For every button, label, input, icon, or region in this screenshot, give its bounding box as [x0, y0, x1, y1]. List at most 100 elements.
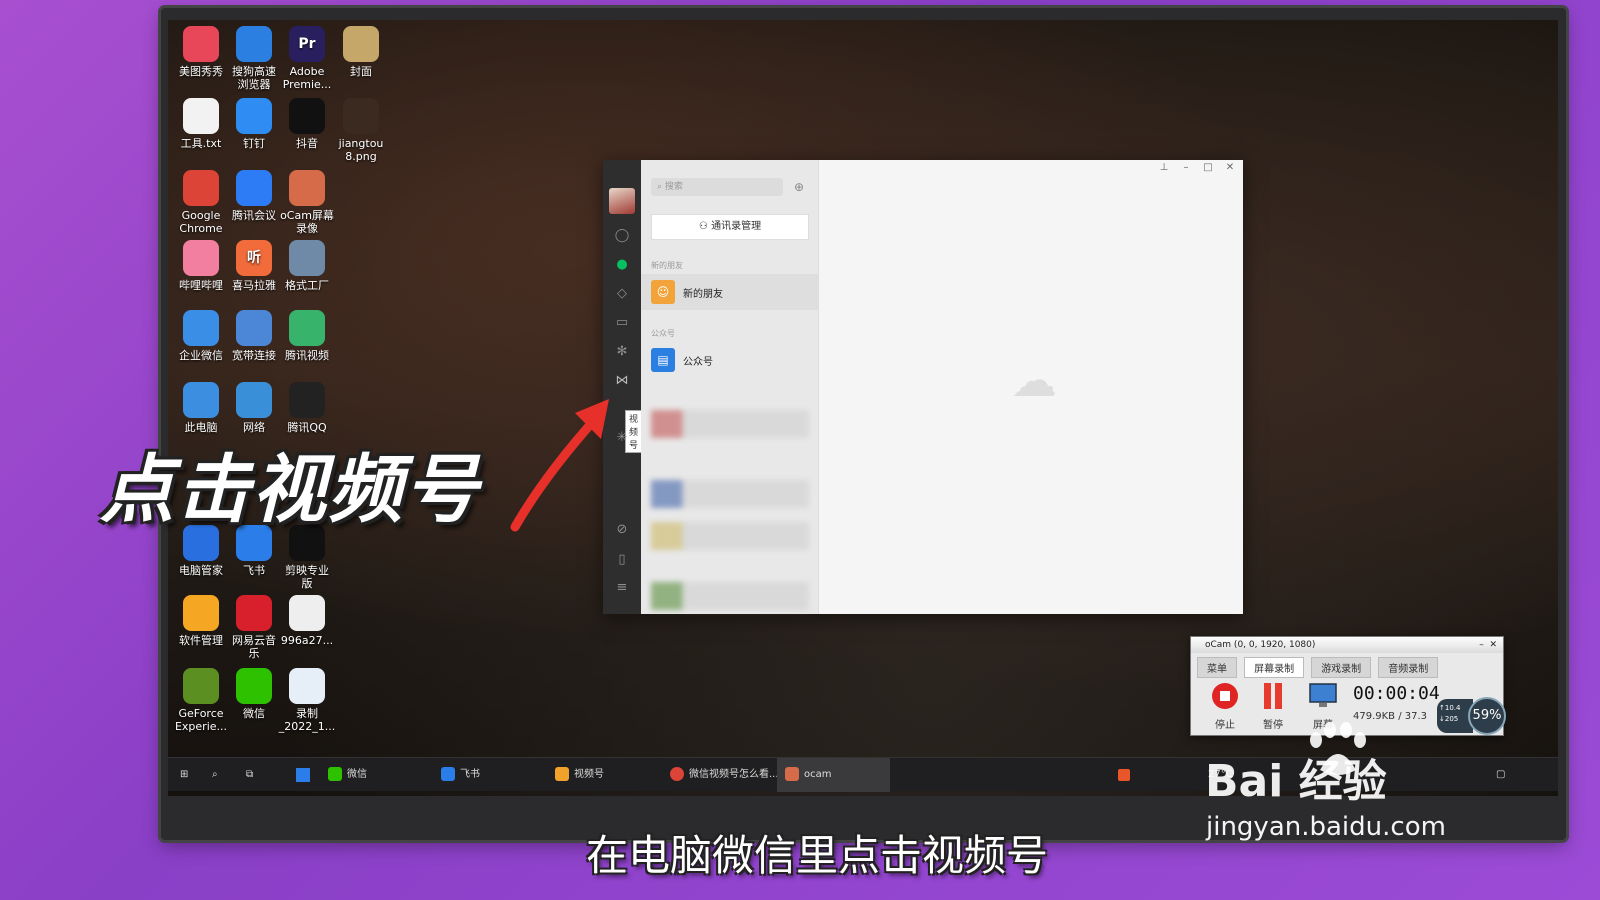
start-icon[interactable]: ⊞ — [180, 758, 188, 792]
taskbar-label: 飞书 — [460, 769, 480, 780]
desktop-icon-label: Google Chrome — [179, 209, 223, 235]
channels-icon — [555, 767, 569, 781]
notification-icon[interactable]: ▢ — [1496, 758, 1505, 792]
cpu-gauge: 59% — [1468, 697, 1506, 735]
desktop-icon[interactable]: 美图秀秀 — [172, 26, 230, 78]
desktop-icon-label: Adobe Premie... — [282, 65, 332, 91]
taskbar-item-chrome[interactable]: 微信视频号怎么看... — [670, 758, 779, 792]
ocam-icon — [289, 170, 325, 206]
phone-icon[interactable]: ▯ — [614, 552, 630, 568]
desktop-icon-label: 美图秀秀 — [179, 65, 223, 78]
official-accounts-item[interactable]: ▤ 公众号 — [641, 342, 818, 378]
desktop-icon[interactable]: 网络 — [225, 382, 283, 434]
pause-icon — [1264, 683, 1282, 709]
dingtalk-icon — [236, 98, 272, 134]
task-view-icon[interactable]: ⧉ — [246, 758, 253, 792]
desktop-icon[interactable]: 抖音 — [278, 98, 336, 150]
feishu-icon — [441, 767, 455, 781]
rate-down: 205 — [1444, 715, 1459, 723]
pointer-arrow — [510, 399, 609, 532]
tab-audio-record[interactable]: 音频录制 — [1378, 657, 1439, 678]
taskbar-item-wechat[interactable]: 微信 — [328, 758, 367, 792]
desktop-icon-label: 宽带连接 — [232, 349, 276, 362]
contacts-icon[interactable]: ● — [614, 257, 630, 273]
desktop-icon-label: 封面 — [350, 65, 372, 78]
pin-icon[interactable]: ⊥ — [1157, 162, 1171, 173]
minimize-icon[interactable]: – — [1179, 162, 1193, 173]
desktop-icon[interactable]: 钉钉 — [225, 98, 283, 150]
desktop-icon[interactable]: 录制 _2022_1... — [278, 668, 336, 733]
ximalaya-icon: 听 — [236, 240, 272, 276]
desktop-icon[interactable]: 软件管理 — [172, 595, 230, 647]
desktop-icon[interactable]: 封面 — [332, 26, 390, 78]
tencent-video-icon — [289, 310, 325, 346]
desktop-icon[interactable]: 腾讯会议 — [225, 170, 283, 222]
taskbar-label: ocam — [804, 769, 832, 780]
desktop-icon[interactable]: jiangtou 8.png — [332, 98, 390, 163]
desktop-icon[interactable]: Google Chrome — [172, 170, 230, 235]
channels-icon[interactable]: ⋈ — [614, 373, 630, 389]
blurred-contact[interactable] — [651, 480, 809, 508]
desktop-icon[interactable]: oCam屏幕 录像 — [278, 170, 336, 235]
new-friends-item[interactable]: ☺ 新的朋友 — [641, 274, 818, 310]
chat-icon[interactable]: ◯ — [614, 228, 630, 244]
official-account-icon: ▤ — [651, 348, 675, 372]
geforce-icon — [183, 668, 219, 704]
add-friend-icon[interactable]: ⊕ — [789, 178, 809, 196]
chrome-icon — [670, 767, 684, 781]
desktop-icon-label: jiangtou 8.png — [338, 137, 384, 163]
search-placeholder: 搜索 — [664, 182, 683, 192]
desktop-icon[interactable]: 网易云音 乐 — [225, 595, 283, 660]
favorites-icon[interactable]: ◇ — [614, 286, 630, 302]
blurred-contact[interactable] — [651, 410, 809, 438]
desktop-icon[interactable]: 企业微信 — [172, 310, 230, 362]
taskbar-item-channels[interactable]: 视频号 — [555, 758, 604, 792]
taskbar-item-ocam[interactable]: ocam — [777, 758, 890, 792]
desktop-icon-label: oCam屏幕 录像 — [280, 209, 334, 235]
wechat-window: ◯ ● ◇ ▭ ✻ ⋈ 视频号 ✳ ⊘ ▯ ≡ ⌕ 搜索 ⊕ ⚇ 通讯录管理 新… — [603, 160, 1243, 614]
desktop-icon[interactable]: 996a27... — [278, 595, 336, 647]
menu-icon[interactable]: ≡ — [614, 580, 630, 596]
taskbar-item-feishu[interactable]: 飞书 — [441, 758, 480, 792]
search-icon[interactable]: ⌕ — [212, 758, 218, 792]
tab-menu[interactable]: 菜单 — [1197, 657, 1237, 678]
blurred-contact[interactable] — [651, 582, 809, 610]
desktop-icon-label: 录制 _2022_1... — [278, 707, 336, 733]
recording-file-icon — [289, 668, 325, 704]
tab-game-record[interactable]: 游戏录制 — [1311, 657, 1372, 678]
avatar[interactable] — [609, 188, 635, 214]
sogou-browser-icon — [236, 26, 272, 62]
tab-screen-record[interactable]: 屏幕录制 — [1244, 657, 1305, 678]
desktop-icon-label: 抖音 — [296, 137, 318, 150]
desktop-icon-label: 喜马拉雅 — [232, 279, 276, 292]
close-icon[interactable]: – ✕ — [1479, 637, 1497, 653]
pause-label: 暂停 — [1263, 720, 1283, 731]
desktop-icon[interactable]: 微信 — [225, 668, 283, 720]
desktop-icon[interactable]: 此电脑 — [172, 382, 230, 434]
maximize-icon[interactable]: □ — [1201, 162, 1215, 173]
desktop-icon-label: 剪映专业 版 — [285, 564, 329, 590]
desktop-icon[interactable]: 宽带连接 — [225, 310, 283, 362]
desktop-icon[interactable]: GeForce Experie... — [172, 668, 230, 733]
pause-button[interactable]: 暂停 — [1253, 681, 1293, 731]
taskbar-app-icon[interactable] — [296, 768, 310, 782]
desktop-icon[interactable]: Pr Adobe Premie... — [278, 26, 336, 91]
file-icon — [289, 595, 325, 631]
desktop-icon[interactable]: 工具.txt — [172, 98, 230, 150]
search-input[interactable]: ⌕ 搜索 — [651, 178, 783, 196]
desktop-icon[interactable]: 格式工厂 — [278, 240, 336, 292]
desktop-icon[interactable]: 哔哩哔哩 — [172, 240, 230, 292]
desktop-icon[interactable]: 听喜马拉雅 — [225, 240, 283, 292]
moments-icon[interactable]: ✻ — [614, 344, 630, 360]
desktop-icon[interactable]: 搜狗高速 浏览器 — [225, 26, 283, 91]
close-icon[interactable]: ✕ — [1223, 162, 1237, 173]
tray-app-icon[interactable] — [1118, 769, 1130, 781]
blurred-contact[interactable] — [651, 522, 809, 550]
this-pc-icon — [183, 382, 219, 418]
stop-button[interactable]: 停止 — [1205, 681, 1245, 731]
desktop-icon[interactable]: 腾讯QQ — [278, 382, 336, 434]
desktop-icon[interactable]: 腾讯视频 — [278, 310, 336, 362]
contacts-manage-button[interactable]: ⚇ 通讯录管理 — [651, 214, 809, 240]
desktop-icon-label: 微信 — [243, 707, 265, 720]
folder-icon[interactable]: ▭ — [614, 315, 630, 331]
